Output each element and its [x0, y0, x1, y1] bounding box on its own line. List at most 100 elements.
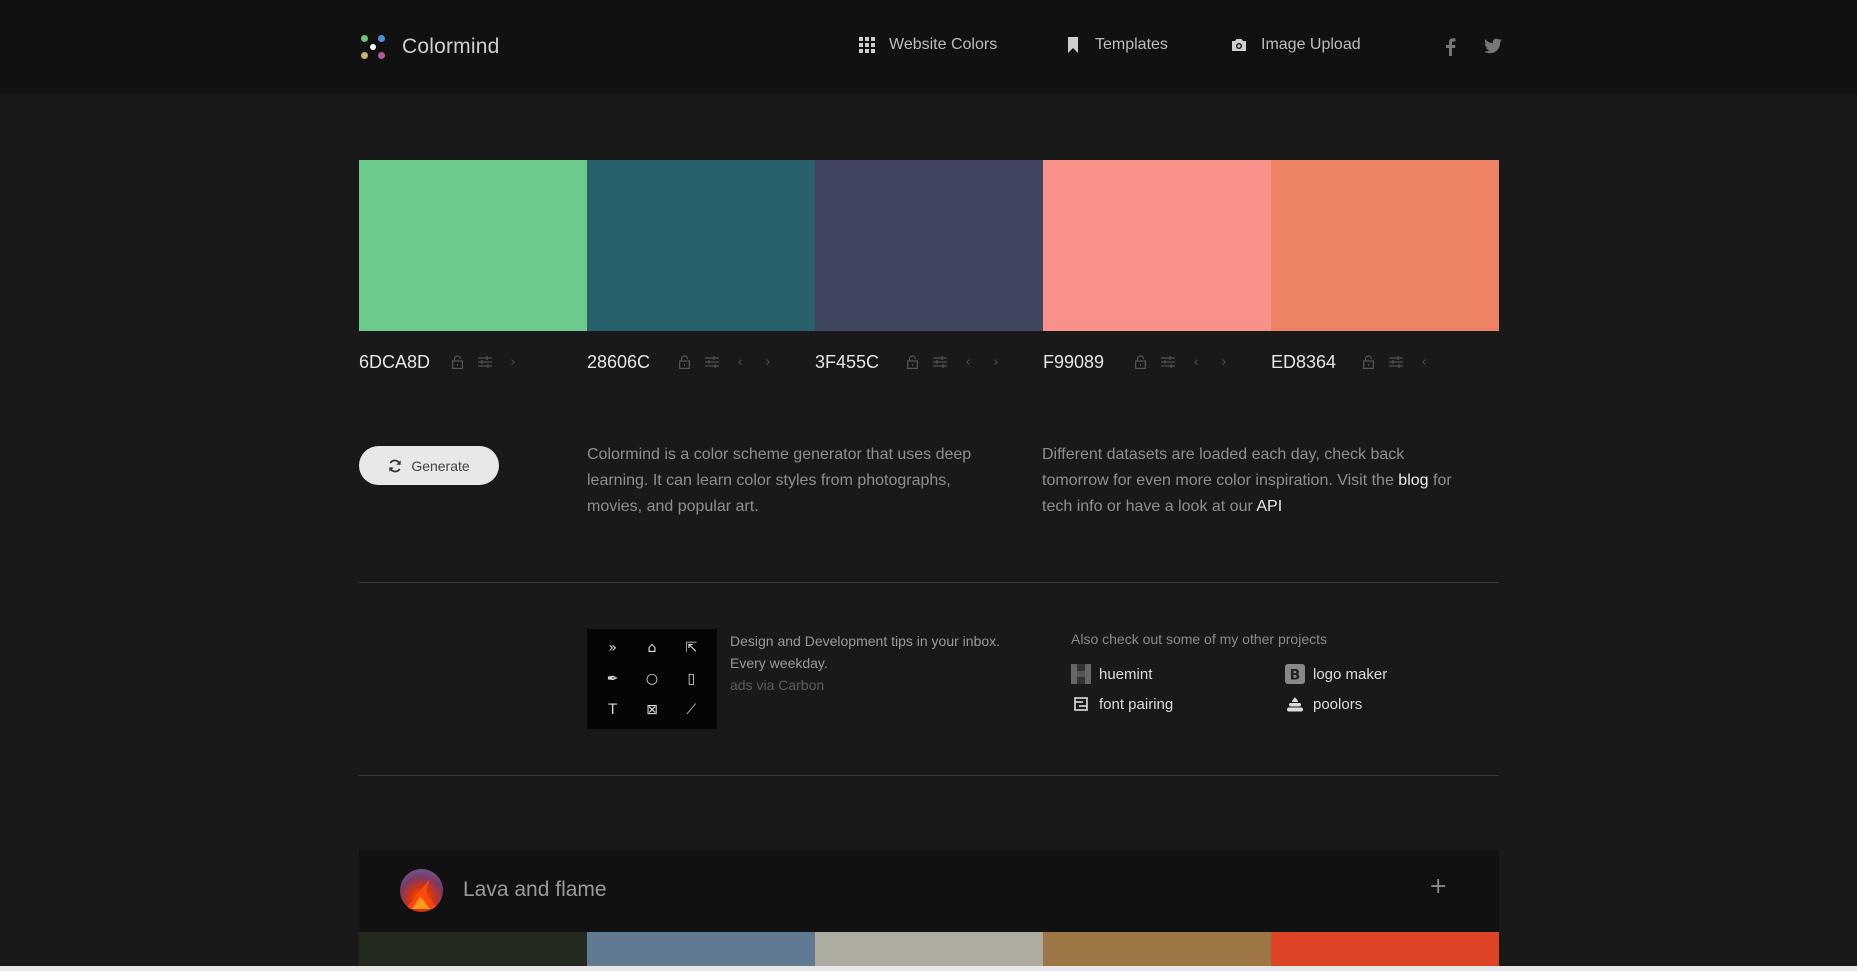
horizontal-scrollbar[interactable]: [0, 966, 1857, 971]
twitter-link[interactable]: [1484, 38, 1502, 59]
palette-card[interactable]: Lava and flame +: [359, 850, 1499, 932]
palette-card-title: Lava and flame: [463, 878, 607, 901]
file-icon: ▯: [687, 670, 696, 687]
huemint-icon: [1071, 664, 1091, 684]
blog-link[interactable]: blog: [1398, 472, 1428, 489]
hex-value[interactable]: 6DCA8D: [359, 352, 430, 373]
chevron-left-icon[interactable]: ‹: [733, 354, 747, 370]
facebook-icon: [1446, 38, 1456, 56]
camera-icon: [1232, 39, 1246, 51]
bookmark-icon: [1068, 37, 1078, 53]
palette-avatar: [400, 869, 443, 912]
featured-swatch[interactable]: [1043, 932, 1271, 966]
nav-image-upload-label: Image Upload: [1261, 36, 1361, 53]
lock-icon[interactable]: [677, 354, 691, 370]
swatch-controls-4: F99089 ‹ ›: [1043, 350, 1271, 374]
ad-image[interactable]: » ⌂ ⇱ ✒ ○ ▯ T ⊠ ⟋: [587, 629, 717, 729]
color-swatch[interactable]: [587, 160, 815, 331]
generate-button[interactable]: Generate: [359, 446, 499, 485]
home-icon: ⌂: [647, 640, 657, 657]
nav-templates[interactable]: Templates: [1065, 36, 1168, 54]
app-title: Colormind: [402, 35, 500, 58]
chevron-left-icon[interactable]: ‹: [1417, 354, 1431, 370]
lock-icon[interactable]: [1361, 354, 1375, 370]
swatch-controls-1: 6DCA8D ›: [359, 350, 587, 374]
cursor-plus-icon: ⇱: [685, 640, 698, 657]
projects-title: Also check out some of my other projects: [1071, 631, 1327, 647]
ad-copy[interactable]: Design and Development tips in your inbo…: [730, 630, 1030, 674]
lock-icon[interactable]: [450, 354, 464, 370]
poolors-icon: [1285, 694, 1305, 714]
nav-templates-label: Templates: [1095, 36, 1168, 53]
generate-label: Generate: [411, 457, 470, 474]
featured-swatch[interactable]: [587, 932, 815, 966]
double-chevron-icon: »: [608, 640, 617, 657]
project-label: font pairing: [1099, 695, 1174, 713]
adjust-icon[interactable]: [1161, 354, 1175, 370]
chevron-right-icon[interactable]: ›: [1217, 354, 1231, 370]
chevron-right-icon[interactable]: ›: [989, 354, 1003, 370]
project-label: huemint: [1099, 665, 1153, 683]
hex-value[interactable]: 3F455C: [815, 352, 885, 373]
line-tool-icon: ⟋: [686, 701, 697, 718]
color-swatch[interactable]: [815, 160, 1043, 331]
swatch-controls-2: 28606C ‹ ›: [587, 350, 815, 374]
color-swatch[interactable]: [359, 160, 587, 331]
nav-website-colors-label: Website Colors: [889, 36, 998, 53]
lock-icon[interactable]: [905, 354, 919, 370]
ad-via-link[interactable]: ads via Carbon: [730, 674, 1030, 696]
palette: [359, 160, 1499, 331]
featured-swatch[interactable]: [1271, 932, 1499, 966]
datasets-text-part1: Different datasets are loaded each day, …: [1042, 446, 1405, 489]
lasso-icon: ○: [645, 670, 659, 687]
nav-website-colors[interactable]: Website Colors: [859, 36, 997, 54]
svg-text:B: B: [1290, 668, 1301, 684]
chevron-right-icon[interactable]: ›: [761, 354, 775, 370]
grid-icon: [859, 37, 875, 53]
project-logo-maker[interactable]: B logo maker: [1285, 664, 1387, 684]
featured-swatch[interactable]: [359, 932, 587, 966]
datasets-text: Different datasets are loaded each day, …: [1042, 442, 1462, 520]
swatch-controls-3: 3F455C ‹ ›: [815, 350, 1043, 374]
volcano-image-icon: [406, 879, 438, 909]
swatch-controls-5: ED8364 ‹: [1271, 350, 1499, 374]
logo-link[interactable]: Colormind: [359, 33, 500, 61]
color-swatch[interactable]: [1271, 160, 1499, 331]
logo-maker-icon: B: [1285, 664, 1305, 684]
intro-text: Colormind is a color scheme generator th…: [587, 446, 972, 515]
featured-palette: [359, 932, 1499, 966]
project-huemint[interactable]: huemint: [1071, 664, 1152, 684]
hex-value[interactable]: F99089: [1043, 352, 1113, 373]
api-link[interactable]: API: [1256, 498, 1282, 515]
project-poolors[interactable]: poolors: [1285, 694, 1362, 714]
chevron-left-icon[interactable]: ‹: [1189, 354, 1203, 370]
chevron-right-icon[interactable]: ›: [506, 354, 520, 370]
divider: [359, 582, 1499, 583]
twitter-icon: [1484, 38, 1502, 54]
ad-text[interactable]: Design and Development tips in your inbo…: [730, 630, 1030, 696]
divider: [359, 775, 1499, 776]
project-label: poolors: [1313, 695, 1363, 713]
featured-swatch[interactable]: [815, 932, 1043, 966]
text-tool-icon: T: [608, 701, 617, 718]
adjust-icon[interactable]: [933, 354, 947, 370]
image-placeholder-icon: ⊠: [646, 701, 658, 718]
adjust-icon[interactable]: [478, 354, 493, 370]
chevron-left-icon[interactable]: ‹: [961, 354, 975, 370]
hex-value[interactable]: 28606C: [587, 352, 657, 373]
expand-plus-icon[interactable]: +: [1429, 874, 1447, 899]
color-swatch[interactable]: [1043, 160, 1271, 331]
refresh-icon: [389, 459, 401, 472]
top-navbar: Colormind Website Colors Templates Image…: [0, 0, 1857, 94]
adjust-icon[interactable]: [705, 354, 719, 370]
project-font-pairing[interactable]: font pairing: [1071, 694, 1173, 714]
hex-value[interactable]: ED8364: [1271, 352, 1341, 373]
project-label: logo maker: [1313, 665, 1388, 683]
nav-image-upload[interactable]: Image Upload: [1231, 36, 1361, 54]
colormind-logo-icon: [359, 33, 387, 61]
adjust-icon[interactable]: [1389, 354, 1403, 370]
palette-controls: 6DCA8D › 28606C ‹ › 3F455C ‹ › F99089 ‹ …: [359, 350, 1499, 374]
lock-icon[interactable]: [1133, 354, 1147, 370]
facebook-link[interactable]: [1444, 38, 1456, 61]
pen-tool-icon: ✒: [606, 670, 619, 687]
